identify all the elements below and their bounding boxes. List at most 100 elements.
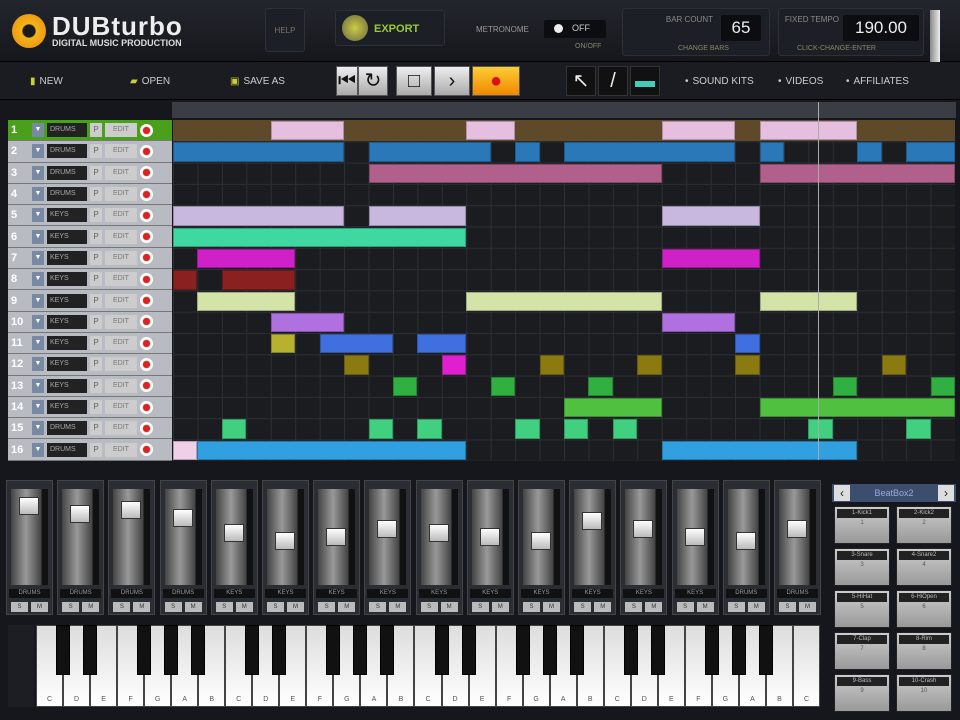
track-row[interactable]: 5 ▼ KEYS P EDIT <box>8 205 172 227</box>
rewind-button[interactable]: ⏮ <box>336 66 358 96</box>
note-block[interactable] <box>759 163 955 183</box>
record-arm-icon[interactable] <box>140 187 153 201</box>
track-row[interactable]: 1 ▼ DRUMS P EDIT <box>8 120 172 142</box>
track-instrument[interactable]: DRUMS <box>47 123 87 138</box>
volume-fader[interactable] <box>11 489 41 585</box>
note-block[interactable] <box>417 334 467 354</box>
export-button[interactable]: EXPORT <box>335 10 445 46</box>
track-edit-button[interactable]: EDIT <box>105 442 137 457</box>
note-block[interactable] <box>759 291 858 311</box>
fader-handle[interactable] <box>735 531 756 550</box>
track-p-button[interactable]: P <box>90 229 102 244</box>
note-block[interactable] <box>490 376 516 397</box>
note-block[interactable] <box>661 248 760 269</box>
mute-button[interactable]: M <box>338 602 356 612</box>
drum-pad[interactable]: 6-HiOpen 6 <box>896 590 952 628</box>
piano-black-key[interactable] <box>164 625 179 675</box>
track-edit-button[interactable]: EDIT <box>105 314 137 329</box>
note-block[interactable] <box>735 355 760 375</box>
select-tool[interactable]: ↖ <box>566 66 596 96</box>
track-row[interactable]: 6 ▼ KEYS P EDIT <box>8 226 172 248</box>
note-block[interactable] <box>173 142 345 162</box>
tempo-value[interactable]: 190.00 <box>843 15 919 41</box>
track-dropdown[interactable]: ▼ <box>32 165 44 180</box>
piano-black-key[interactable] <box>461 625 476 675</box>
track-edit-button[interactable]: EDIT <box>105 229 137 244</box>
track-instrument[interactable]: KEYS <box>47 293 87 308</box>
track-instrument[interactable]: KEYS <box>47 357 87 372</box>
piano-black-key[interactable] <box>191 625 206 675</box>
track-instrument[interactable]: KEYS <box>47 378 87 393</box>
solo-button[interactable]: S <box>164 602 182 612</box>
note-block[interactable] <box>173 206 345 226</box>
note-block[interactable] <box>270 334 296 354</box>
mute-button[interactable]: M <box>594 602 612 612</box>
track-row[interactable]: 8 ▼ KEYS P EDIT <box>8 269 172 291</box>
record-arm-icon[interactable] <box>140 379 153 393</box>
track-dropdown[interactable]: ▼ <box>32 442 44 457</box>
piano-black-key[interactable] <box>380 625 395 675</box>
volume-fader[interactable] <box>574 489 605 585</box>
new-button[interactable]: ▮ NEW <box>30 68 63 94</box>
note-block[interactable] <box>759 121 858 141</box>
note-block[interactable] <box>368 419 393 439</box>
track-instrument[interactable]: KEYS <box>47 314 87 329</box>
mute-button[interactable]: M <box>82 602 100 612</box>
videos-link[interactable]: • VIDEOS <box>778 68 823 94</box>
track-row[interactable]: 16 ▼ DRUMS P EDIT <box>8 439 172 461</box>
track-row[interactable]: 12 ▼ KEYS P EDIT <box>8 354 172 376</box>
solo-button[interactable]: S <box>267 602 284 612</box>
piano-black-key[interactable] <box>137 625 152 675</box>
track-instrument[interactable]: DRUMS <box>47 144 87 159</box>
sound-kits-link[interactable]: • SOUND KITS <box>685 68 754 94</box>
solo-button[interactable]: S <box>369 602 387 612</box>
drum-pad[interactable]: 9-Bass 9 <box>834 674 890 712</box>
metronome-toggle[interactable]: OFF <box>544 20 606 38</box>
fader-handle[interactable] <box>787 520 807 539</box>
note-block[interactable] <box>173 270 198 290</box>
track-edit-button[interactable]: EDIT <box>105 250 137 265</box>
drum-pad[interactable]: 8-Rim 8 <box>896 632 952 670</box>
fader-handle[interactable] <box>172 508 193 527</box>
note-block[interactable] <box>832 376 858 397</box>
note-block[interactable] <box>441 355 467 375</box>
solo-button[interactable]: S <box>779 602 796 612</box>
record-arm-icon[interactable] <box>140 315 153 329</box>
note-block[interactable] <box>392 376 418 397</box>
note-block[interactable] <box>270 121 345 141</box>
fader-handle[interactable] <box>684 528 705 546</box>
open-button[interactable]: ▰ OPEN <box>130 68 170 94</box>
fader-handle[interactable] <box>19 496 39 515</box>
track-edit-button[interactable]: EDIT <box>105 357 137 372</box>
note-block[interactable] <box>344 355 369 375</box>
note-block[interactable] <box>368 163 662 183</box>
solo-button[interactable]: S <box>625 602 643 612</box>
note-block[interactable] <box>319 334 393 354</box>
track-instrument[interactable]: DRUMS <box>47 442 87 457</box>
record-arm-icon[interactable] <box>140 251 153 265</box>
volume-fader[interactable] <box>62 489 93 585</box>
record-button[interactable]: ● <box>472 66 520 96</box>
solo-button[interactable]: S <box>62 602 80 612</box>
piano-black-key[interactable] <box>704 625 719 675</box>
drum-pad[interactable]: 1-Kick1 1 <box>834 506 890 544</box>
record-arm-icon[interactable] <box>140 230 153 244</box>
drum-pad[interactable]: 7-Clap 7 <box>834 632 890 670</box>
note-block[interactable] <box>197 248 296 269</box>
track-edit-button[interactable]: EDIT <box>105 293 137 308</box>
change-bars-button[interactable]: CHANGE BARS <box>678 45 729 52</box>
track-dropdown[interactable]: ▼ <box>32 293 44 308</box>
note-block[interactable] <box>930 376 955 397</box>
track-p-button[interactable]: P <box>90 336 102 351</box>
track-edit-button[interactable]: EDIT <box>105 123 137 138</box>
play-button[interactable]: › <box>434 66 470 96</box>
mute-button[interactable]: M <box>747 602 765 612</box>
note-block[interactable] <box>637 355 662 375</box>
note-block[interactable] <box>588 376 613 397</box>
mute-button[interactable]: M <box>645 602 663 612</box>
pencil-tool[interactable]: / <box>598 66 628 96</box>
piano-black-key[interactable] <box>83 625 98 675</box>
fader-handle[interactable] <box>326 528 347 546</box>
piano-black-key[interactable] <box>434 625 449 675</box>
volume-fader[interactable] <box>369 489 400 585</box>
